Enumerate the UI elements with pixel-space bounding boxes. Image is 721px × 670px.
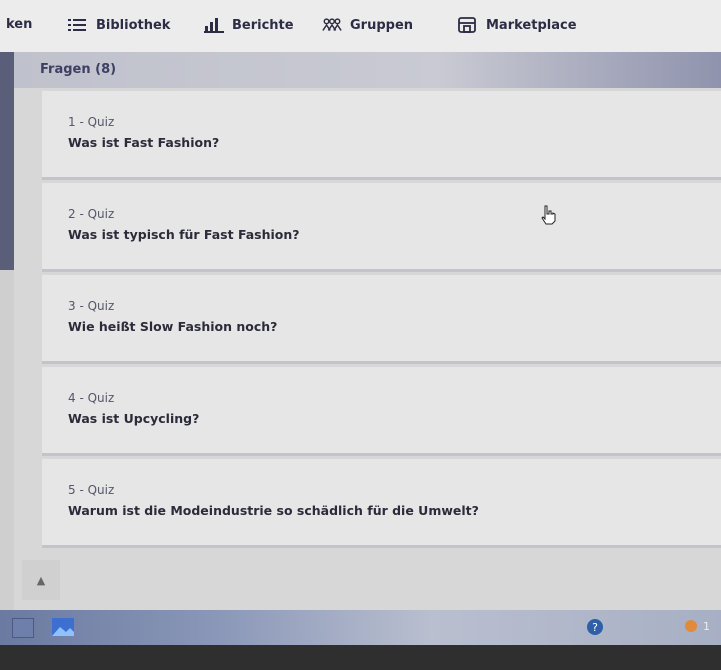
group-icon [322,17,342,33]
question-card[interactable]: 2 - Quiz Was ist typisch für Fast Fashio… [42,183,721,272]
question-text: Wie heißt Slow Fashion noch? [68,319,278,334]
question-text: Was ist typisch für Fast Fashion? [68,227,300,242]
question-number: 2 - Quiz [68,207,115,221]
question-card[interactable]: 1 - Quiz Was ist Fast Fashion? [42,91,721,180]
nav-item-marketplace[interactable]: Marketplace [458,17,577,33]
nav-label-bibliothek: Bibliothek [96,17,171,33]
nav-label-marketplace: Marketplace [486,17,577,33]
screen: ken Bibliothek Berichte Gruppen Marketpl [0,0,721,645]
nav-label-gruppen: Gruppen [350,17,414,33]
scroll-up-button[interactable]: ▲ [22,560,60,600]
nav-item-partial[interactable]: ken [6,17,32,32]
sidebar-lower [0,270,14,610]
svg-text:?: ? [592,621,598,634]
nav-item-bibliothek[interactable]: Bibliothek [68,17,170,33]
question-card[interactable]: 4 - Quiz Was ist Upcycling? [42,367,721,456]
question-text: Was ist Upcycling? [68,411,200,426]
status-dot-icon [684,618,704,636]
question-text: Warum ist die Modeindustrie so schädlich… [68,503,479,518]
top-navigation: ken Bibliothek Berichte Gruppen Marketpl [0,0,721,52]
question-number: 4 - Quiz [68,391,115,405]
hand-cursor-icon [540,205,556,229]
nav-item-berichte[interactable]: Berichte [204,17,294,33]
nav-label-berichte: Berichte [232,17,294,33]
bar-chart-icon [204,17,224,33]
nav-item-partial-label: ken [6,17,33,32]
list-icon [68,17,88,33]
taskbar: ? 1 [0,610,721,645]
taskbar-app-icon[interactable] [12,618,34,638]
clock-text: 1 [703,620,710,633]
nav-item-gruppen[interactable]: Gruppen [322,17,413,33]
question-number: 3 - Quiz [68,299,115,313]
question-card[interactable]: 5 - Quiz Warum ist die Modeindustrie so … [42,459,721,548]
questions-header: Fragen (8) [14,52,721,88]
chevron-up-icon: ▲ [36,573,46,587]
store-icon [458,17,478,33]
sidebar-strip [0,52,14,270]
image-app-icon[interactable] [52,618,74,636]
question-number: 5 - Quiz [68,483,115,497]
monitor-bezel [0,645,721,670]
question-text: Was ist Fast Fashion? [68,135,220,150]
question-number: 1 - Quiz [68,115,115,129]
question-card[interactable]: 3 - Quiz Wie heißt Slow Fashion noch? [42,275,721,364]
help-icon[interactable]: ? [586,618,606,636]
questions-list: 1 - Quiz Was ist Fast Fashion? 2 - Quiz … [14,88,721,610]
section-title: Fragen (8) [40,62,117,77]
